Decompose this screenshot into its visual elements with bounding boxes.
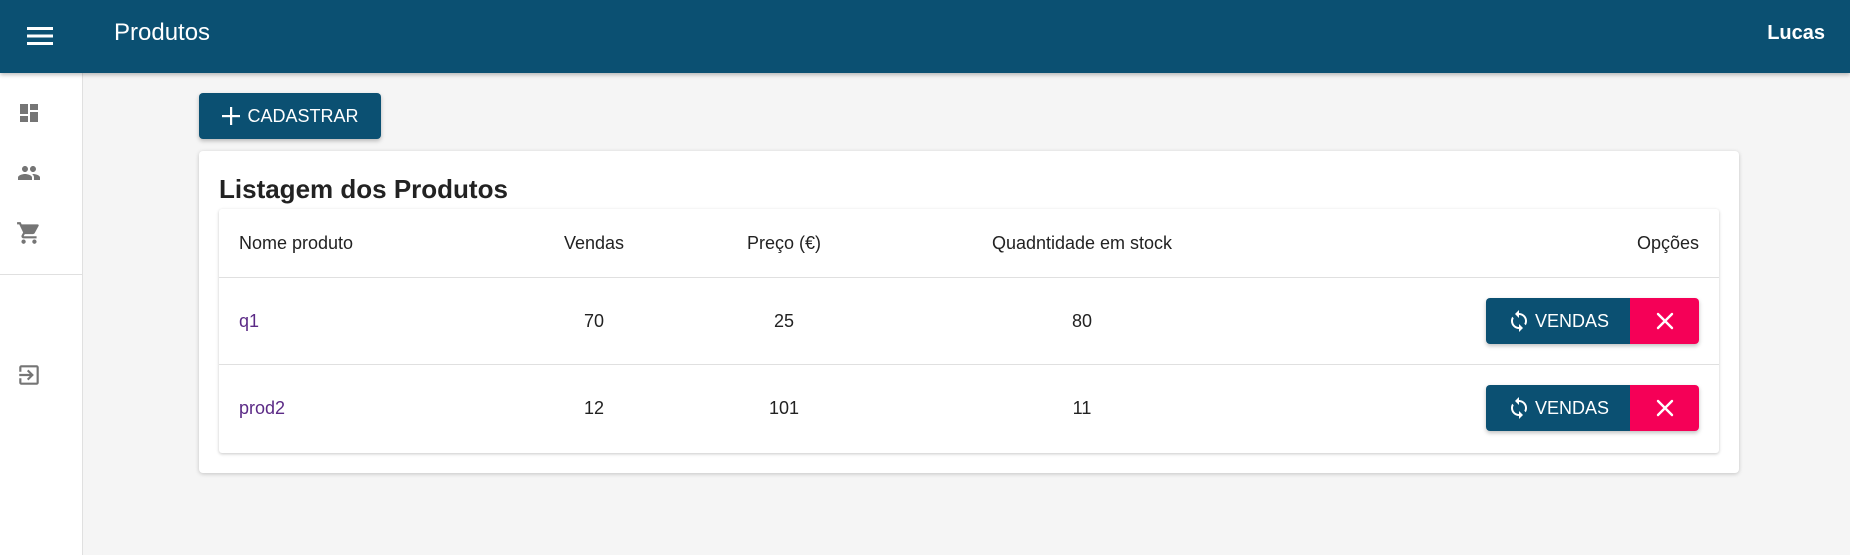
refresh-icon: [1510, 310, 1527, 332]
cell-preco: 25: [773, 311, 795, 331]
cell-preco: 101: [768, 398, 800, 418]
cell-stock: 11: [1072, 398, 1092, 418]
plus-icon: [222, 107, 241, 125]
product-name-link[interactable]: prod2: [239, 398, 285, 419]
table-row: prod2 12 101 11 VENDAS: [219, 365, 1719, 452]
row-actions: VENDAS: [1486, 298, 1699, 344]
vendas-button[interactable]: VENDAS: [1486, 298, 1630, 344]
add-product-button[interactable]: CADASTRAR: [199, 93, 381, 139]
vendas-button[interactable]: VENDAS: [1486, 385, 1630, 431]
delete-button[interactable]: [1630, 298, 1699, 344]
vendas-button-label: VENDAS: [1534, 310, 1610, 331]
product-name-link[interactable]: q1: [239, 311, 259, 332]
menu-button[interactable]: [20, 16, 60, 56]
page-title: Produtos: [114, 19, 211, 46]
sidebar-item-cart[interactable]: [13, 217, 45, 249]
header-vendas: Vendas: [563, 233, 625, 253]
vendas-button-label: VENDAS: [1534, 397, 1610, 418]
cell-stock: 80: [1071, 311, 1093, 331]
header-stock: Quadntidade em stock: [991, 233, 1173, 253]
close-icon: [1656, 312, 1673, 330]
table-row: q1 70 25 80 VENDAS: [219, 278, 1719, 365]
cart-icon: [17, 222, 39, 244]
delete-button[interactable]: [1630, 385, 1699, 431]
sidebar-item-dashboard[interactable]: [13, 97, 45, 129]
products-table: Nome produto Vendas Preço (€) Quadntidad…: [219, 209, 1719, 453]
close-icon: [1656, 399, 1673, 417]
header-name: Nome produto: [239, 233, 354, 253]
sidebar: [0, 73, 83, 555]
header-preco: Preço (€): [746, 233, 822, 253]
main-content: CADASTRAR Listagem dos Produtos Nome pro…: [83, 73, 1850, 555]
products-card: Listagem dos Produtos Nome produto Venda…: [199, 151, 1739, 473]
people-icon: [18, 166, 40, 180]
refresh-icon: [1510, 397, 1527, 419]
sidebar-item-users[interactable]: [13, 157, 45, 189]
dashboard-icon: [20, 104, 38, 122]
table-header: Nome produto Vendas Preço (€) Quadntidad…: [219, 209, 1719, 278]
card-title: Listagem dos Produtos: [219, 174, 508, 204]
user-name[interactable]: Lucas: [1767, 22, 1825, 45]
header-opcoes: Opções: [1636, 233, 1699, 253]
cell-vendas: 12: [583, 398, 605, 418]
sidebar-divider: [0, 274, 83, 275]
menu-icon: [27, 27, 53, 45]
sidebar-item-logout[interactable]: [13, 359, 45, 391]
cell-vendas: 70: [583, 311, 605, 331]
add-product-label: CADASTRAR: [247, 105, 359, 126]
row-actions: VENDAS: [1486, 385, 1699, 431]
app-bar: Produtos Lucas: [0, 0, 1850, 73]
exit-icon: [19, 365, 39, 385]
